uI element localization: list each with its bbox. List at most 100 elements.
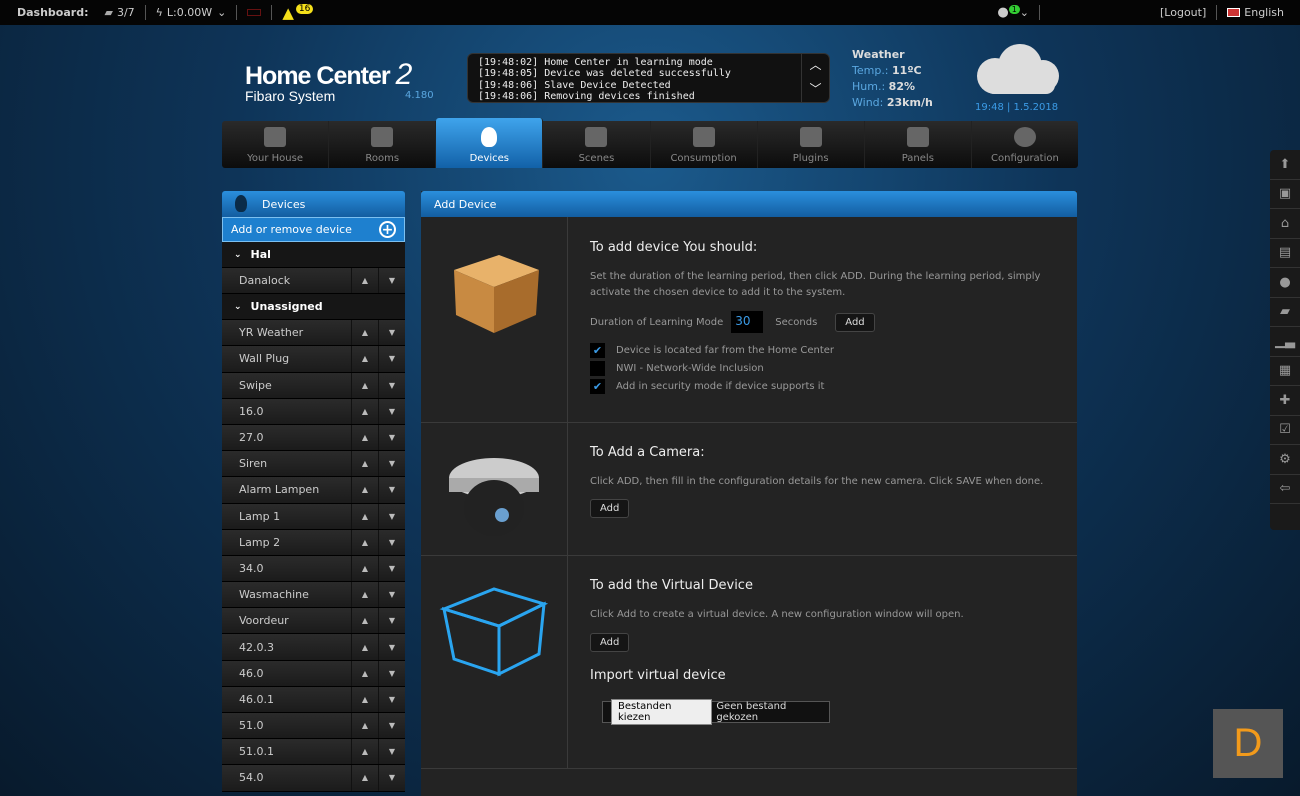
device-item[interactable]: Alarm Lampen ▲ ▼	[222, 477, 405, 504]
move-up-icon[interactable]: ▲	[351, 268, 378, 294]
device-item[interactable]: 46.0.1 ▲ ▼	[222, 686, 405, 713]
checklist-icon[interactable]: ☑	[1270, 416, 1300, 445]
logout-link[interactable]: [Logout]	[1160, 6, 1206, 19]
device-item[interactable]: 51.0 ▲ ▼	[222, 713, 405, 740]
move-up-icon[interactable]: ▲	[351, 503, 378, 529]
duration-input[interactable]: 30	[731, 311, 764, 333]
gears-icon[interactable]: ⚙	[1270, 445, 1300, 475]
move-down-icon[interactable]: ▼	[378, 320, 405, 346]
arrow-up-icon[interactable]: ⬆	[1270, 150, 1300, 180]
move-down-icon[interactable]: ▼	[378, 503, 405, 529]
device-item[interactable]: 34.0 ▲ ▼	[222, 555, 405, 583]
power-reading[interactable]: L:0.00W	[167, 6, 212, 19]
move-up-icon[interactable]: ▲	[351, 477, 378, 503]
tab-rooms[interactable]: Rooms	[329, 121, 437, 168]
move-down-icon[interactable]: ▼	[378, 634, 405, 660]
option-checkbox[interactable]: ✔ Device is located far from the Home Cen…	[590, 341, 1055, 359]
exit-icon[interactable]: ⇦	[1270, 475, 1300, 504]
device-item[interactable]: 51.0.1 ▲ ▼	[222, 739, 405, 766]
tab-devices[interactable]: Devices	[436, 118, 544, 168]
device-item[interactable]: Swipe ▲ ▼	[222, 372, 405, 399]
move-up-icon[interactable]: ▲	[351, 346, 378, 372]
add-virtual-device-button[interactable]: Add	[590, 633, 630, 652]
device-item[interactable]: 27.0 ▲ ▼	[222, 424, 405, 452]
move-down-icon[interactable]: ▼	[378, 765, 405, 791]
option-checkbox[interactable]: NWI - Network-Wide Inclusion	[590, 359, 1055, 377]
chevron-down-icon[interactable]: ⌄	[1020, 6, 1029, 19]
move-up-icon[interactable]: ▲	[351, 765, 378, 791]
device-item[interactable]: Lamp 1 ▲ ▼	[222, 503, 405, 530]
tab-consumption[interactable]: Consumption	[651, 121, 758, 168]
device-item[interactable]: Voordeur ▲ ▼	[222, 608, 405, 635]
move-down-icon[interactable]: ▼	[378, 608, 405, 634]
move-down-icon[interactable]: ▼	[378, 268, 405, 294]
scenes-count[interactable]: 3/7	[117, 6, 135, 19]
room-group[interactable]: ⌄ Unassigned	[222, 294, 405, 321]
add-device-button[interactable]: Add	[835, 312, 875, 332]
chevron-down-icon[interactable]: ⌄	[217, 6, 226, 19]
move-up-icon[interactable]: ▲	[351, 713, 378, 739]
scroll-down-icon[interactable]: ﹀	[809, 83, 821, 95]
file-input[interactable]: Bestanden kiezen Geen bestand gekozen	[602, 699, 830, 725]
device-item[interactable]: 54.0 ▲ ▼	[222, 765, 405, 792]
move-up-icon[interactable]: ▲	[351, 451, 378, 477]
checkbox[interactable]: ✔	[590, 342, 605, 358]
add-remove-device-button[interactable]: Add or remove device +	[222, 217, 405, 242]
tab-panels[interactable]: Panels	[865, 121, 972, 168]
move-up-icon[interactable]: ▲	[351, 320, 378, 346]
move-up-icon[interactable]: ▲	[351, 686, 378, 712]
move-down-icon[interactable]: ▼	[378, 372, 405, 398]
move-down-icon[interactable]: ▼	[378, 424, 405, 451]
move-down-icon[interactable]: ▼	[378, 686, 405, 712]
option-checkbox[interactable]: ✔ Add in security mode if device supports…	[590, 377, 1055, 395]
warning-icon[interactable]: ▲	[282, 4, 294, 22]
move-up-icon[interactable]: ▲	[351, 634, 378, 660]
alerts-badge[interactable]: 16	[295, 3, 314, 14]
bulb-icon[interactable]: ●	[1270, 268, 1300, 298]
move-up-icon[interactable]: ▲	[351, 424, 378, 451]
device-item[interactable]: YR Weather ▲ ▼	[222, 320, 405, 347]
tab-your-house[interactable]: Your House	[222, 121, 330, 168]
clapper-icon[interactable]: ▰	[1270, 298, 1300, 327]
move-down-icon[interactable]: ▼	[378, 555, 405, 582]
device-item[interactable]: Wall Plug ▲ ▼	[222, 346, 405, 373]
checkbox[interactable]: ✔	[590, 378, 605, 394]
room-group[interactable]: ⌄ Hal	[222, 242, 405, 268]
move-down-icon[interactable]: ▼	[378, 713, 405, 739]
move-down-icon[interactable]: ▼	[378, 398, 405, 424]
device-item[interactable]: Siren ▲ ▼	[222, 451, 405, 478]
tab-configuration[interactable]: Configuration	[972, 121, 1078, 168]
choose-file-button[interactable]: Bestanden kiezen	[611, 699, 713, 725]
device-item[interactable]: Lamp 2 ▲ ▼	[222, 529, 405, 556]
scroll-up-icon[interactable]: ︿	[809, 59, 821, 71]
move-down-icon[interactable]: ▼	[378, 529, 405, 555]
device-item[interactable]: 46.0 ▲ ▼	[222, 660, 405, 687]
move-down-icon[interactable]: ▼	[378, 346, 405, 372]
device-item[interactable]: Danalock ▲ ▼	[222, 268, 405, 295]
checkbox[interactable]	[590, 360, 605, 376]
save-icon[interactable]: ▣	[1270, 180, 1300, 209]
move-down-icon[interactable]: ▼	[378, 451, 405, 477]
move-up-icon[interactable]: ▲	[351, 529, 378, 555]
language-select[interactable]: English	[1244, 6, 1284, 19]
move-up-icon[interactable]: ▲	[351, 739, 378, 765]
move-down-icon[interactable]: ▼	[378, 660, 405, 686]
move-down-icon[interactable]: ▼	[378, 477, 405, 503]
move-up-icon[interactable]: ▲	[351, 608, 378, 634]
puzzle-icon[interactable]: ✚	[1270, 386, 1300, 416]
move-up-icon[interactable]: ▲	[351, 555, 378, 582]
add-camera-button[interactable]: Add	[590, 499, 630, 518]
battery-icon[interactable]	[247, 9, 262, 16]
plugin-icon[interactable]: ▦	[1270, 357, 1300, 386]
move-down-icon[interactable]: ▼	[378, 739, 405, 765]
tab-scenes[interactable]: Scenes	[543, 121, 651, 168]
tab-plugins[interactable]: Plugins	[758, 121, 865, 168]
house-icon[interactable]: ⌂	[1270, 209, 1300, 239]
move-down-icon[interactable]: ▼	[378, 582, 405, 608]
device-item[interactable]: 16.0 ▲ ▼	[222, 398, 405, 425]
move-up-icon[interactable]: ▲	[351, 398, 378, 424]
move-up-icon[interactable]: ▲	[351, 372, 378, 398]
user-icon[interactable]: ●	[997, 5, 1008, 20]
move-up-icon[interactable]: ▲	[351, 660, 378, 686]
device-item[interactable]: Wasmachine ▲ ▼	[222, 582, 405, 609]
